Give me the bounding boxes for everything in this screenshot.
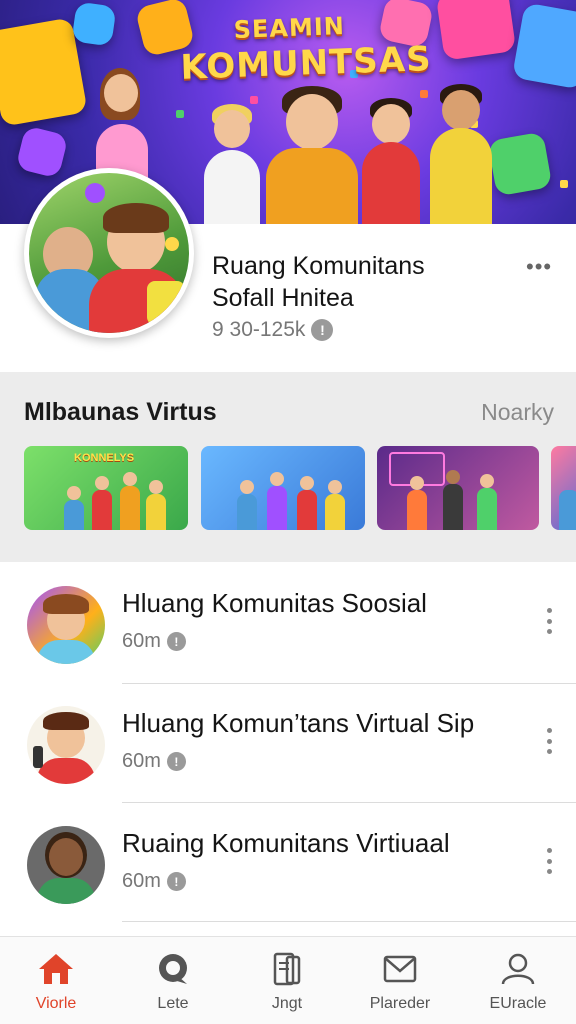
item-menu-icon[interactable] <box>538 606 560 636</box>
banner-person <box>200 104 264 224</box>
list-item-avatar <box>27 706 105 784</box>
banner-person <box>358 98 424 224</box>
nav-messages[interactable]: Plareder <box>345 951 455 1013</box>
list-item-meta: 60m ! <box>122 750 186 773</box>
info-icon: ! <box>166 632 186 651</box>
list-item-title: Hluang Komunitas Soosial <box>122 588 427 618</box>
game-tile-decor <box>71 1 117 47</box>
more-options-icon[interactable]: ••• <box>526 254 552 280</box>
nav-chat-label: Lete <box>157 995 189 1012</box>
list-item-time: 60m <box>122 870 161 892</box>
community-title: Ruang Komunitans Sofall Hnitea <box>212 250 425 314</box>
nav-documents-label: Jngt <box>271 995 303 1012</box>
list-item-meta: 60m ! <box>122 870 186 893</box>
nav-home-label: Viorle <box>35 995 77 1012</box>
home-icon <box>39 954 73 984</box>
list-item-avatar <box>27 826 105 904</box>
community-avatar[interactable] <box>24 168 194 338</box>
nav-profile[interactable]: EUracle <box>463 951 573 1013</box>
profile-icon <box>501 953 535 985</box>
featured-section: Mlbaunas Virtus Noarky KONNELYS <box>0 372 576 562</box>
item-menu-icon[interactable] <box>538 726 560 756</box>
banner-person <box>262 86 362 224</box>
info-icon: ! <box>311 319 334 341</box>
thumbnail-label: KONNELYS <box>74 452 135 464</box>
list-item-avatar <box>27 586 105 664</box>
nav-home[interactable]: Viorle <box>1 951 111 1013</box>
mail-icon <box>383 955 417 983</box>
featured-thumbnail[interactable] <box>551 446 576 530</box>
list-item[interactable]: Ruaing Komunitans Virtiuaal 60m ! <box>0 802 576 922</box>
featured-thumbnail[interactable] <box>201 446 365 530</box>
featured-thumbnail[interactable]: KONNELYS <box>24 446 188 530</box>
list-item-title: Ruaing Komunitans Virtiuaal <box>122 828 450 858</box>
featured-thumbnail[interactable] <box>377 446 539 530</box>
community-title-line1: Ruang Komunitans <box>212 252 425 280</box>
game-tile-decor <box>487 131 553 197</box>
divider <box>122 921 576 922</box>
nav-documents[interactable]: Jngt <box>232 951 342 1013</box>
confetti-decor <box>250 96 258 104</box>
list-item[interactable]: Hluang Komunitas Soosial 60m ! <box>0 562 576 682</box>
list-item-time: 60m <box>122 750 161 772</box>
list-item[interactable]: Hluang Komun’tans Virtual Sip 60m ! <box>0 682 576 802</box>
featured-title: Mlbaunas Virtus <box>24 398 217 426</box>
nav-messages-label: Plareder <box>369 995 431 1012</box>
banner-title: SEAMIN KOMUNTSAS <box>179 10 433 88</box>
member-count: 9 30-125k <box>212 318 306 341</box>
bottom-navigation: Viorle Lete Jngt Plareder EUracle <box>0 936 576 1024</box>
list-item-title: Hluang Komun’tans Virtual Sip <box>122 708 475 738</box>
featured-see-all-link[interactable]: Noarky <box>481 399 554 426</box>
community-title-line2: Sofall Hnitea <box>212 284 354 312</box>
nav-profile-label: EUracle <box>489 995 547 1012</box>
list-item-meta: 60m ! <box>122 630 186 653</box>
game-tile-decor <box>511 2 576 90</box>
info-icon: ! <box>166 872 186 891</box>
chat-icon <box>159 954 187 984</box>
nav-chat[interactable]: Lete <box>118 951 228 1013</box>
community-meta: 9 30-125k ! <box>212 318 334 342</box>
game-tile-decor <box>435 0 517 61</box>
game-tile-decor <box>15 125 69 179</box>
community-avatar-image <box>29 173 189 333</box>
banner-title-line2: KOMUNTSAS <box>179 39 433 88</box>
confetti-decor <box>176 110 184 118</box>
item-menu-icon[interactable] <box>538 846 560 876</box>
list-item-time: 60m <box>122 630 161 652</box>
document-icon <box>273 952 301 986</box>
info-icon: ! <box>166 752 186 771</box>
confetti-decor <box>560 180 568 188</box>
banner-person <box>426 84 496 224</box>
